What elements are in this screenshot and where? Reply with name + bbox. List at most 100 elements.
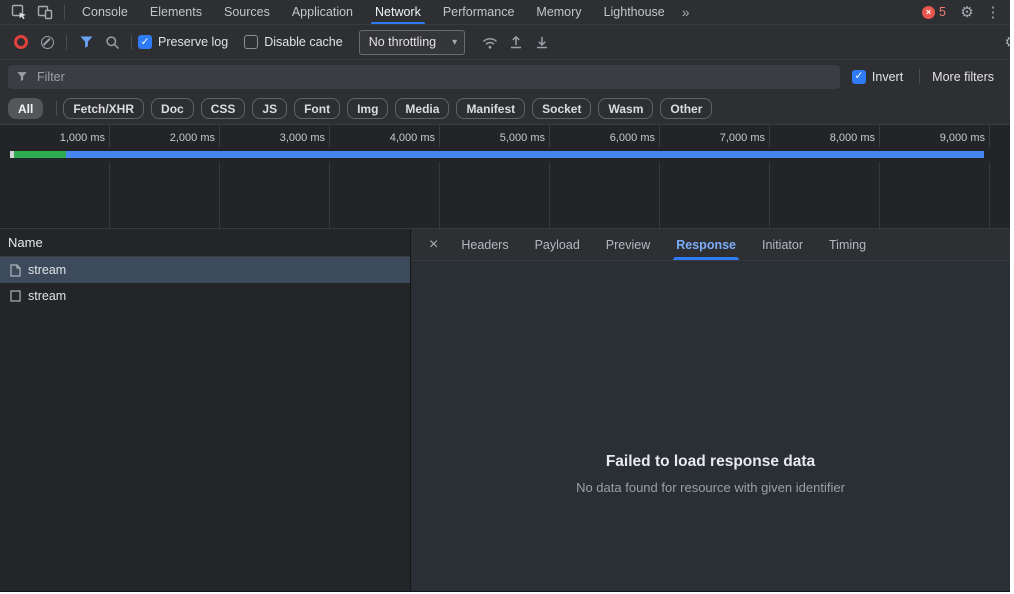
record-icon xyxy=(14,35,28,49)
error-count: 5 xyxy=(939,5,946,19)
request-row[interactable]: stream xyxy=(0,257,410,283)
detail-tab-timing[interactable]: Timing xyxy=(829,229,866,260)
network-toolbar: ✓ Preserve log Disable cache No throttli… xyxy=(0,25,1010,60)
search-button[interactable] xyxy=(99,25,125,59)
checkbox-checked-icon: ✓ xyxy=(851,69,866,84)
detail-tab-payload[interactable]: Payload xyxy=(535,229,580,260)
export-har-button[interactable] xyxy=(529,25,555,59)
tab-performance[interactable]: Performance xyxy=(432,0,526,24)
tick-label: 9,000 ms xyxy=(880,125,990,147)
preserve-log-checkbox[interactable]: ✓ Preserve log xyxy=(138,35,228,49)
empty-state-title: Failed to load response data xyxy=(605,453,816,470)
checkbox-checked-icon: ✓ xyxy=(138,35,152,49)
tick-label: 8,000 ms xyxy=(770,125,880,147)
funnel-icon xyxy=(16,71,28,82)
tab-lighthouse[interactable]: Lighthouse xyxy=(593,0,676,24)
tab-sources[interactable]: Sources xyxy=(213,0,281,24)
record-button[interactable] xyxy=(8,25,34,59)
name-column-header[interactable]: Name xyxy=(0,229,410,257)
network-split-view: Name stream stream × Headers Payload Pre… xyxy=(0,229,1010,591)
throttling-select[interactable]: No throttling ▾ xyxy=(358,29,466,55)
tick-label: 3,000 ms xyxy=(220,125,330,147)
timeline-overview[interactable]: 1,000 ms 2,000 ms 3,000 ms 4,000 ms 5,00… xyxy=(0,125,1010,229)
devtools-window: Console Elements Sources Application Net… xyxy=(0,0,1010,592)
tab-console[interactable]: Console xyxy=(71,0,139,24)
chip-css[interactable]: CSS xyxy=(200,98,246,119)
detail-tab-headers[interactable]: Headers xyxy=(461,229,508,260)
separator xyxy=(919,69,921,84)
waterfall-grid[interactable] xyxy=(0,162,1010,228)
throttling-value: No throttling xyxy=(368,35,437,49)
invert-label: Invert xyxy=(871,69,904,84)
devtools-tabbar: Console Elements Sources Application Net… xyxy=(0,0,1010,25)
tab-application[interactable]: Application xyxy=(281,0,364,24)
kebab-menu-icon[interactable]: ⋮ xyxy=(980,0,1006,24)
funnel-icon xyxy=(79,35,94,49)
overview-strip[interactable] xyxy=(0,147,1010,162)
filter-input-wrap[interactable] xyxy=(8,64,840,89)
panel-tabs: Console Elements Sources Application Net… xyxy=(71,0,676,24)
device-toolbar-icon xyxy=(37,4,53,20)
chip-media[interactable]: Media xyxy=(395,98,450,119)
clear-icon xyxy=(40,35,54,49)
request-name: stream xyxy=(28,289,67,303)
tab-network[interactable]: Network xyxy=(364,0,432,24)
chip-fetch-xhr[interactable]: Fetch/XHR xyxy=(63,98,145,119)
network-conditions-icon xyxy=(481,35,499,50)
timeline-ticks: 1,000 ms 2,000 ms 3,000 ms 4,000 ms 5,00… xyxy=(0,125,1010,147)
detail-tab-response[interactable]: Response xyxy=(673,229,739,260)
checkbox-unchecked-icon xyxy=(244,35,259,49)
file-icon xyxy=(10,290,21,302)
overview-bar-green xyxy=(14,151,66,158)
chip-socket[interactable]: Socket xyxy=(532,98,592,119)
chip-other[interactable]: Other xyxy=(660,98,713,119)
disable-cache-checkbox[interactable]: Disable cache xyxy=(244,35,343,49)
chip-doc[interactable]: Doc xyxy=(151,98,194,119)
tab-elements[interactable]: Elements xyxy=(139,0,213,24)
tick-label: 1,000 ms xyxy=(0,125,110,147)
tick-label: 4,000 ms xyxy=(330,125,440,147)
chip-js[interactable]: JS xyxy=(252,98,288,119)
close-icon[interactable]: × xyxy=(411,236,448,253)
chevron-down-icon: ▾ xyxy=(452,36,458,48)
clear-button[interactable] xyxy=(34,25,60,59)
filter-input[interactable] xyxy=(35,68,832,85)
chip-all[interactable]: All xyxy=(8,98,44,119)
inspect-element-button[interactable] xyxy=(6,0,32,24)
detail-tab-initiator[interactable]: Initiator xyxy=(762,229,803,260)
more-filters-button[interactable]: More filters xyxy=(932,70,994,84)
settings-gear-icon[interactable]: ⚙ xyxy=(954,0,980,24)
preserve-log-label: Preserve log xyxy=(158,35,229,49)
chip-wasm[interactable]: Wasm xyxy=(598,98,654,119)
import-har-button[interactable] xyxy=(503,25,529,59)
tabbar-left-icons xyxy=(0,0,71,24)
device-toolbar-button[interactable] xyxy=(32,0,58,24)
request-row[interactable]: stream xyxy=(0,283,410,309)
request-name: stream xyxy=(28,263,67,277)
browser-page: Console Elements Sources Application Net… xyxy=(0,0,1014,594)
separator xyxy=(66,34,67,50)
disable-cache-label: Disable cache xyxy=(264,35,343,49)
error-icon: × xyxy=(922,5,936,19)
chip-img[interactable]: Img xyxy=(347,98,389,119)
console-errors-badge[interactable]: × 5 xyxy=(922,5,946,19)
file-icon xyxy=(10,263,21,277)
invert-checkbox[interactable]: ✓ Invert xyxy=(851,69,904,84)
tick-label: 6,000 ms xyxy=(550,125,660,147)
filter-toggle-button[interactable] xyxy=(73,25,99,59)
tab-memory[interactable]: Memory xyxy=(525,0,592,24)
search-icon xyxy=(105,35,120,50)
upload-icon xyxy=(508,34,524,50)
separator xyxy=(131,34,132,50)
network-settings-icon-clipped[interactable]: ⚙ xyxy=(1005,33,1010,51)
chip-font[interactable]: Font xyxy=(294,98,341,119)
network-conditions-button[interactable] xyxy=(477,25,503,59)
tick-label: 5,000 ms xyxy=(440,125,550,147)
separator xyxy=(64,4,65,20)
more-tabs-icon[interactable]: » xyxy=(676,0,696,24)
tick-label: 2,000 ms xyxy=(110,125,220,147)
detail-tabbar: × Headers Payload Preview Response Initi… xyxy=(411,229,1010,261)
separator xyxy=(56,101,58,116)
chip-manifest[interactable]: Manifest xyxy=(456,98,526,119)
detail-tab-preview[interactable]: Preview xyxy=(606,229,650,260)
